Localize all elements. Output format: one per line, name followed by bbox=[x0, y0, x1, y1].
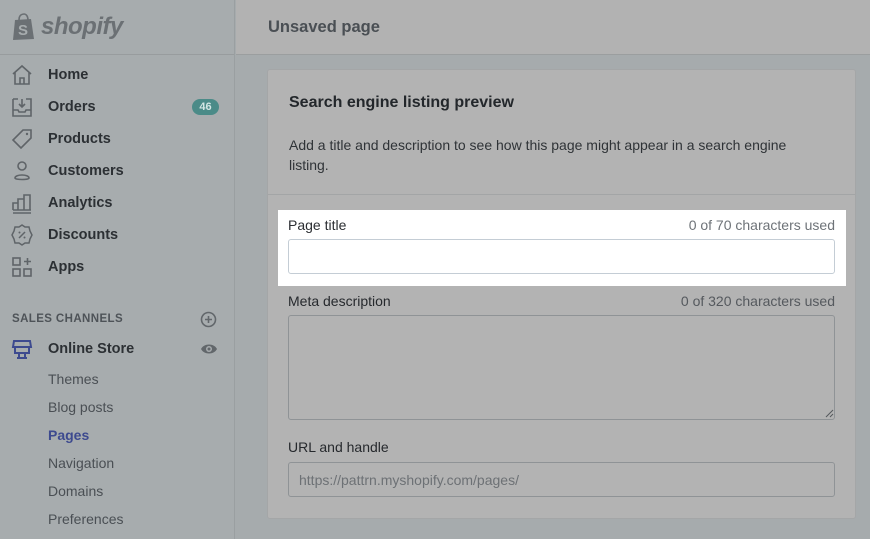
card-divider bbox=[268, 194, 855, 195]
sidebar-subitem-pages[interactable]: Pages bbox=[0, 421, 234, 449]
card-description: Add a title and description to see how t… bbox=[289, 137, 787, 173]
resize-grip-icon[interactable] bbox=[825, 409, 834, 418]
meta-description-label: Meta description bbox=[288, 293, 391, 309]
sidebar-subitem-blog-posts[interactable]: Blog posts bbox=[0, 393, 234, 421]
sidebar-item-label: Discounts bbox=[48, 227, 119, 243]
sidebar-item-customers[interactable]: Customers bbox=[0, 155, 234, 187]
page-title: Unsaved page bbox=[268, 17, 380, 36]
meta-description-char-count: 0 of 320 characters used bbox=[680, 293, 835, 309]
plus-circle-icon[interactable] bbox=[200, 311, 217, 328]
page-title-label: Page title bbox=[288, 217, 347, 233]
eye-icon[interactable] bbox=[200, 342, 218, 356]
online-store-submenu: Themes Blog posts Pages Navigation Domai… bbox=[0, 365, 234, 533]
apps-grid-icon bbox=[11, 256, 33, 278]
sidebar-item-home[interactable]: Home bbox=[0, 59, 234, 91]
sidebar-item-label: Home bbox=[48, 67, 89, 83]
shopify-bag-icon: S bbox=[13, 13, 34, 40]
url-prefix: https://pattrn.myshopify.com/pages/ bbox=[299, 471, 519, 488]
sidebar-subitem-domains[interactable]: Domains bbox=[0, 477, 234, 505]
sidebar-subitem-themes[interactable]: Themes bbox=[0, 365, 234, 393]
bar-chart-icon bbox=[11, 192, 33, 214]
sidebar-item-label: Products bbox=[48, 131, 111, 147]
shopify-logo[interactable]: S shopify bbox=[0, 0, 234, 55]
home-icon bbox=[11, 64, 33, 86]
sidebar-item-online-store[interactable]: Online Store bbox=[0, 333, 234, 365]
brand-name: shopify bbox=[41, 13, 123, 40]
sidebar-item-analytics[interactable]: Analytics bbox=[0, 187, 234, 219]
main-nav: Home Orders 46 Products Customers Analyt… bbox=[0, 55, 234, 283]
sidebar-subitem-navigation[interactable]: Navigation bbox=[0, 449, 234, 477]
sidebar-item-products[interactable]: Products bbox=[0, 123, 234, 155]
page-title-char-count: 0 of 70 characters used bbox=[688, 217, 835, 233]
tag-icon bbox=[11, 128, 33, 150]
url-handle-label: URL and handle bbox=[288, 439, 389, 455]
sidebar-subitem-preferences[interactable]: Preferences bbox=[0, 505, 234, 533]
sidebar-item-discounts[interactable]: Discounts bbox=[0, 219, 234, 251]
sales-channels-label: SALES CHANNELS bbox=[12, 313, 124, 325]
sidebar-item-orders[interactable]: Orders 46 bbox=[0, 91, 234, 123]
meta-description-textarea[interactable] bbox=[288, 315, 835, 420]
svg-text:S: S bbox=[18, 22, 28, 39]
sales-channels-header: SALES CHANNELS bbox=[0, 305, 234, 333]
discount-badge-icon bbox=[11, 224, 33, 246]
sidebar-item-label: Analytics bbox=[48, 195, 113, 211]
sidebar-item-label: Customers bbox=[48, 163, 124, 179]
sidebar: S shopify Home Orders 46 Products Custom… bbox=[0, 0, 235, 539]
sidebar-item-apps[interactable]: Apps bbox=[0, 251, 234, 283]
card-title: Search engine listing preview bbox=[289, 94, 514, 111]
url-handle-input[interactable]: https://pattrn.myshopify.com/pages/ bbox=[288, 462, 835, 497]
sidebar-item-label: Apps bbox=[48, 259, 85, 275]
page-title-input[interactable] bbox=[288, 239, 835, 274]
orders-inbox-icon bbox=[11, 96, 33, 118]
orders-count-badge: 46 bbox=[192, 99, 219, 115]
top-bar: Unsaved page bbox=[236, 0, 870, 55]
person-icon bbox=[11, 160, 33, 182]
sidebar-item-label: Online Store bbox=[48, 341, 135, 357]
storefront-icon bbox=[11, 338, 33, 360]
sidebar-item-label: Orders bbox=[48, 99, 96, 115]
